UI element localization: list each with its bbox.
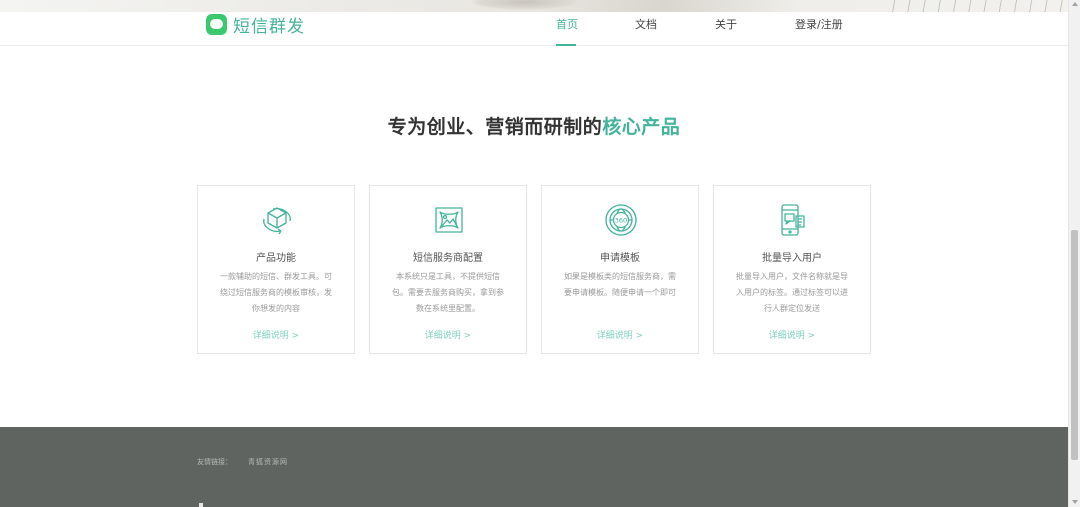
friend-link[interactable]: 青狐资源网: [248, 457, 288, 467]
scroll-down-arrow-icon[interactable]: [1072, 500, 1078, 504]
card-details-link[interactable]: 详细说明 >: [370, 328, 526, 341]
card-title: 批量导入用户: [762, 253, 822, 264]
card-details-link[interactable]: 详细说明 >: [714, 328, 870, 341]
card-description: 批量导入用户，文件名称就是导入用户的标签。通过标签可以进行人群定位发送: [736, 272, 848, 313]
section-title-main: 专为创业、营销而研制的: [387, 116, 603, 138]
card-title: 产品功能: [256, 253, 296, 264]
footer-marker: [199, 503, 203, 507]
card-description: 如果是模板类的短信服务商，需要申请模板。随便申请一个即可: [564, 272, 676, 297]
nav-about[interactable]: 关于: [715, 16, 737, 32]
nav-home[interactable]: 首页: [556, 16, 578, 32]
product-card-template: 360 申请模板 如果是模板类的短信服务商，需要申请模板。随便申请一个即可 详细…: [541, 185, 699, 354]
scroll-thumb[interactable]: [1071, 230, 1078, 460]
phone-chat-icon: [781, 204, 805, 236]
card-details-link[interactable]: 详细说明 >: [542, 328, 698, 341]
main-nav: 首页 文档 关于 登录/注册: [0, 16, 1068, 46]
nav-active-indicator: [556, 44, 576, 46]
card-title: 申请模板: [600, 253, 640, 264]
nav-login-register[interactable]: 登录/注册: [795, 16, 843, 32]
card-description: 一款辅助的短信、群发工具。可绕过短信服务商的模板审核，发你想发的内容: [220, 272, 332, 313]
site-header: 短信群发 首页 文档 关于 登录/注册: [0, 0, 1068, 46]
friend-links-label: 友情链接：: [197, 458, 232, 466]
section-title-highlight: 核心产品: [602, 116, 681, 138]
product-card-provider-config: 短信服务商配置 本系统只是工具，不提供短信包。需要去服务商购买，拿到参数在系统里…: [369, 185, 527, 354]
scroll-up-arrow-icon[interactable]: [1072, 2, 1078, 6]
nav-docs[interactable]: 文档: [635, 16, 657, 32]
site-footer: 友情链接： 青狐资源网: [0, 427, 1068, 507]
page-scrollbar[interactable]: [1068, 0, 1080, 507]
image-frame-icon: [435, 207, 463, 233]
product-card-features: 产品功能 一款辅助的短信、群发工具。可绕过短信服务商的模板审核，发你想发的内容 …: [197, 185, 355, 354]
product-card-import-users: 批量导入用户 批量导入用户，文件名称就是导入用户的标签。通过标签可以进行人群定位…: [713, 185, 871, 354]
360-globe-icon: 360: [605, 204, 637, 236]
cube-icon: [263, 207, 291, 235]
card-description: 本系统只是工具，不提供短信包。需要去服务商购买，拿到参数在系统里配置。: [392, 272, 504, 313]
card-details-link[interactable]: 详细说明 >: [198, 328, 354, 341]
card-title: 短信服务商配置: [413, 253, 483, 264]
section-title: 专为创业、营销而研制的核心产品: [0, 112, 1068, 139]
svg-text:360: 360: [615, 217, 627, 225]
